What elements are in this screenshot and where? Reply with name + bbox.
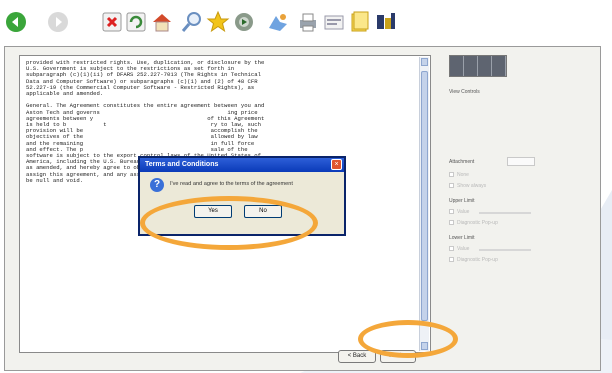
search-icon[interactable] bbox=[180, 10, 204, 34]
refresh-icon[interactable] bbox=[124, 10, 148, 34]
lower-value-slider[interactable] bbox=[479, 249, 531, 251]
browser-toolbar bbox=[0, 0, 612, 44]
upper-value-label: Value bbox=[457, 209, 470, 215]
view-grid bbox=[449, 55, 507, 77]
lower-value-checkbox[interactable] bbox=[449, 246, 454, 251]
attachment-select[interactable] bbox=[507, 157, 535, 166]
license-panel: provided with restricted rights. Use, du… bbox=[19, 55, 431, 363]
upper-limit-label: Upper Limit bbox=[449, 198, 475, 204]
settings-icon[interactable] bbox=[374, 10, 398, 34]
scroll-thumb[interactable] bbox=[421, 71, 428, 321]
stop-icon[interactable] bbox=[100, 10, 124, 34]
edit-icon[interactable] bbox=[322, 10, 346, 34]
next-button[interactable]: Next > bbox=[380, 350, 416, 363]
back-button[interactable]: < Back bbox=[338, 350, 376, 363]
option-none-label: None bbox=[457, 172, 469, 178]
installer-window: provided with restricted rights. Use, du… bbox=[4, 46, 601, 371]
option-show-radio[interactable] bbox=[449, 183, 454, 188]
option-none-radio[interactable] bbox=[449, 172, 454, 177]
home-icon[interactable] bbox=[150, 10, 174, 34]
media-icon[interactable] bbox=[232, 10, 256, 34]
lower-diag-label: Diagnostic Pop-up bbox=[457, 257, 498, 263]
upper-value-slider[interactable] bbox=[479, 212, 531, 214]
license-scrollbar[interactable] bbox=[419, 57, 429, 351]
question-icon: ? bbox=[150, 178, 164, 192]
terms-dialog: Terms and Conditions × ? I've read and a… bbox=[138, 156, 346, 236]
lower-diag-checkbox[interactable] bbox=[449, 257, 454, 262]
favorites-icon[interactable] bbox=[206, 10, 230, 34]
scroll-up-icon[interactable] bbox=[421, 58, 428, 66]
upper-diag-label: Diagnostic Pop-up bbox=[457, 220, 498, 226]
close-icon[interactable]: × bbox=[331, 159, 342, 170]
upper-diag-checkbox[interactable] bbox=[449, 220, 454, 225]
lower-limit-label: Lower Limit bbox=[449, 235, 475, 241]
print-icon[interactable] bbox=[296, 10, 320, 34]
no-button[interactable]: No bbox=[244, 205, 282, 218]
yes-button[interactable]: Yes bbox=[194, 205, 232, 218]
view-controls-label: View Controls bbox=[449, 89, 480, 95]
scroll-down-icon[interactable] bbox=[421, 342, 428, 350]
back-icon[interactable] bbox=[4, 10, 28, 34]
attachment-label: Attachment bbox=[449, 159, 475, 165]
option-show-label: Show always bbox=[457, 183, 487, 189]
lower-value-label: Value bbox=[457, 246, 470, 252]
dialog-title: Terms and Conditions bbox=[140, 158, 344, 172]
side-panel: View Controls Attachment None Show alway… bbox=[445, 55, 543, 355]
folder-icon[interactable] bbox=[348, 10, 372, 34]
dialog-message: I've read and agree to the terms of the … bbox=[170, 181, 293, 187]
upper-value-checkbox[interactable] bbox=[449, 209, 454, 214]
forward-icon[interactable] bbox=[46, 10, 70, 34]
history-icon[interactable] bbox=[266, 10, 290, 34]
